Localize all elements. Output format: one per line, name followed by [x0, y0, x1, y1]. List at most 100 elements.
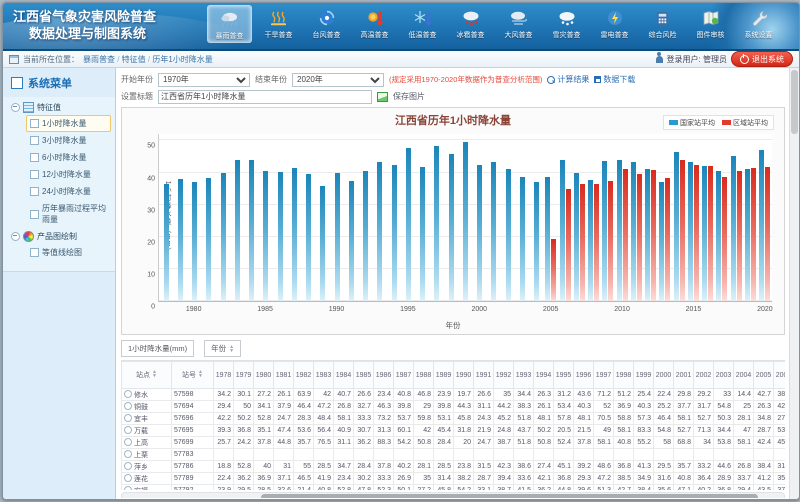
col-header-year[interactable]: 2002 — [694, 362, 714, 389]
col-header-year[interactable]: 1987 — [394, 362, 414, 389]
bar-national-2008[interactable] — [588, 180, 593, 301]
bar-national-1981[interactable] — [206, 178, 211, 301]
expander-icon[interactable] — [11, 232, 20, 241]
nav-item-lightning[interactable]: 雷电普查 — [593, 5, 636, 43]
checkbox-icon[interactable] — [30, 119, 39, 128]
v-scroll-thumb[interactable] — [791, 70, 798, 134]
station-name-cell[interactable]: 上高 — [122, 437, 172, 449]
col-header-year[interactable]: 1998 — [614, 362, 634, 389]
bar-national-2009[interactable] — [602, 161, 607, 301]
bar-national-1996[interactable] — [420, 167, 425, 301]
bar-regional-2005[interactable] — [551, 239, 556, 301]
checkbox-icon[interactable] — [30, 136, 39, 145]
bar-national-1989[interactable] — [320, 186, 325, 301]
nav-item-drought[interactable]: 干旱普查 — [257, 5, 300, 43]
breadcrumb-link[interactable]: 特征值 — [122, 55, 146, 64]
expand-row-icon[interactable] — [124, 486, 132, 490]
col-header-year[interactable]: 1993 — [514, 362, 534, 389]
nav-item-snow[interactable]: 雪灾普查 — [545, 5, 588, 43]
col-header-year[interactable]: 2003 — [714, 362, 734, 389]
tree-item-1小时降水量[interactable]: 1小时降水量 — [26, 115, 111, 132]
bar-regional-2009[interactable] — [608, 181, 613, 301]
col-header-year[interactable]: 1999 — [634, 362, 654, 389]
bar-national-2017[interactable] — [716, 171, 721, 301]
bar-national-1990[interactable] — [335, 173, 340, 301]
bar-regional-2010[interactable] — [623, 169, 628, 301]
nav-item-hail[interactable]: 冰雹普查 — [449, 5, 492, 43]
nav-item-calculator[interactable]: 综合风险 — [641, 5, 684, 43]
bar-national-2016[interactable] — [702, 166, 707, 301]
col-header-year[interactable]: 2000 — [654, 362, 674, 389]
col-header-year[interactable]: 2006 — [774, 362, 786, 389]
col-header-year[interactable]: 1984 — [334, 362, 354, 389]
save-image-button[interactable]: 保存图片 — [393, 91, 425, 102]
col-header-year[interactable]: 2001 — [674, 362, 694, 389]
nav-item-heat[interactable]: 高温普查 — [353, 5, 396, 43]
col-header-year[interactable]: 2004 — [734, 362, 754, 389]
col-header-year[interactable]: 1982 — [294, 362, 314, 389]
tree-item-3小时降水量[interactable]: 3小时降水量 — [26, 132, 111, 149]
breadcrumb-link[interactable]: 历年1小时降水量 — [152, 55, 212, 64]
bar-national-2018[interactable] — [731, 156, 736, 301]
station-name-cell[interactable]: 莲花 — [122, 473, 172, 485]
col-header-year[interactable]: 1988 — [414, 362, 434, 389]
col-header-year[interactable]: 1991 — [474, 362, 494, 389]
start-year-select[interactable]: 1970年 — [158, 73, 250, 87]
bar-national-1991[interactable] — [349, 181, 354, 301]
checkbox-icon[interactable] — [30, 170, 39, 179]
bar-national-1980[interactable] — [192, 182, 197, 301]
nav-item-rain[interactable]: 暴雨普查 — [207, 5, 252, 43]
bar-regional-2020[interactable] — [765, 167, 770, 301]
bar-national-2005[interactable] — [545, 177, 550, 301]
bar-national-2014[interactable] — [674, 152, 679, 301]
window-vertical-scrollbar[interactable] — [789, 68, 799, 499]
bar-regional-2017[interactable] — [722, 177, 727, 301]
legend-item[interactable]: 国家站平均 — [669, 118, 715, 128]
bar-regional-2018[interactable] — [737, 171, 742, 301]
bar-national-1983[interactable] — [235, 160, 240, 301]
col-header-year[interactable]: 1978 — [214, 362, 234, 389]
station-name-cell[interactable]: 万载 — [122, 425, 172, 437]
bar-regional-2015[interactable] — [694, 165, 699, 301]
h-scroll-thumb[interactable] — [261, 494, 758, 498]
bar-national-2020[interactable] — [759, 150, 764, 301]
col-header-year[interactable]: 1992 — [494, 362, 514, 389]
expand-row-icon[interactable] — [124, 450, 132, 458]
bar-national-1984[interactable] — [249, 160, 254, 301]
bar-regional-2008[interactable] — [594, 184, 599, 301]
logout-button[interactable]: 退出系统 — [731, 51, 793, 67]
checkbox-icon[interactable] — [30, 248, 39, 257]
bar-national-2011[interactable] — [631, 162, 636, 301]
bar-regional-2012[interactable] — [651, 170, 656, 301]
bar-national-1992[interactable] — [363, 171, 368, 301]
station-name-cell[interactable]: 铜鼓 — [122, 401, 172, 413]
bar-national-1998[interactable] — [449, 154, 454, 301]
chart-title-input[interactable] — [158, 90, 372, 104]
legend-item[interactable]: 区域站平均 — [722, 118, 768, 128]
station-name-cell[interactable]: 修水 — [122, 389, 172, 401]
bar-national-1982[interactable] — [221, 173, 226, 301]
expand-row-icon[interactable] — [124, 414, 132, 422]
expand-row-icon[interactable] — [124, 390, 132, 398]
col-header-year[interactable]: 1981 — [274, 362, 294, 389]
bar-national-2019[interactable] — [745, 169, 750, 301]
expander-icon[interactable] — [11, 103, 20, 112]
bar-national-2006[interactable] — [560, 160, 565, 301]
expand-row-icon[interactable] — [124, 462, 132, 470]
bar-national-1994[interactable] — [392, 165, 397, 301]
col-header-id[interactable]: 站号 ▲▼ — [172, 362, 214, 389]
checkbox-icon[interactable] — [30, 153, 39, 162]
tree-item-6小时降水量[interactable]: 6小时降水量 — [26, 149, 111, 166]
station-name-cell[interactable]: 萍乡 — [122, 461, 172, 473]
expand-row-icon[interactable] — [124, 474, 132, 482]
expand-row-icon[interactable] — [124, 438, 132, 446]
tree-item-等值线绘图[interactable]: 等值线绘图 — [26, 244, 111, 261]
bar-regional-2013[interactable] — [665, 178, 670, 301]
bar-national-1987[interactable] — [292, 168, 297, 301]
station-name-cell[interactable]: 上栗 — [122, 449, 172, 461]
bar-national-1988[interactable] — [306, 174, 311, 301]
bar-regional-2016[interactable] — [708, 166, 713, 301]
col-header-year[interactable]: 1989 — [434, 362, 454, 389]
bar-regional-2019[interactable] — [751, 168, 756, 301]
bar-regional-2007[interactable] — [580, 184, 585, 301]
